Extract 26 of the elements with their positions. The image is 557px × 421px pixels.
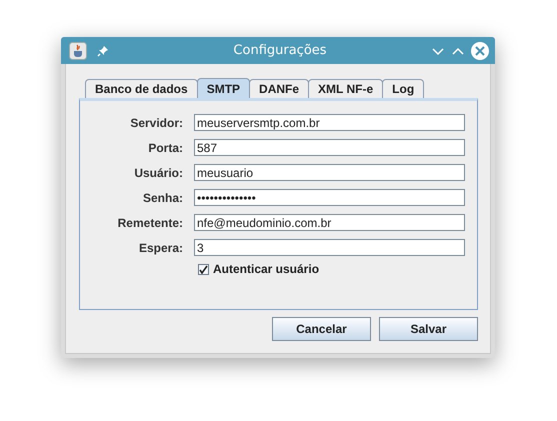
tab[interactable]: Log bbox=[382, 79, 424, 98]
input-field[interactable]: nfe@meudominio.com.br bbox=[194, 214, 465, 231]
input-field[interactable]: meusuario bbox=[194, 164, 465, 181]
maximize-icon[interactable] bbox=[451, 46, 465, 56]
tab[interactable]: Banco de dados bbox=[85, 79, 198, 98]
field-label: Senha: bbox=[142, 190, 183, 204]
coffee-cup-icon bbox=[69, 42, 87, 60]
input-field[interactable]: •••••••••••••• bbox=[194, 189, 465, 206]
input-field[interactable]: 3 bbox=[194, 239, 465, 256]
pin-icon[interactable] bbox=[97, 44, 109, 56]
field-label: Porta: bbox=[147, 140, 183, 154]
close-icon[interactable] bbox=[471, 42, 489, 60]
tab[interactable]: SMTP bbox=[196, 78, 250, 98]
window-title: Configurações bbox=[232, 43, 328, 58]
input-field[interactable]: 587 bbox=[194, 139, 465, 156]
field-label: Usuário: bbox=[133, 166, 183, 180]
input-field[interactable]: meuserversmtp.com.br bbox=[194, 114, 465, 131]
checkbox-icon[interactable] bbox=[198, 264, 209, 274]
field-label: Servidor: bbox=[129, 116, 183, 130]
dialog-button[interactable]: Salvar bbox=[379, 317, 478, 341]
field-label: Remetente: bbox=[116, 216, 183, 230]
checkbox[interactable]: Autenticar usuário bbox=[198, 262, 465, 276]
dialog-button[interactable]: Cancelar bbox=[272, 317, 371, 341]
checkbox-label: Autenticar usuário bbox=[213, 262, 320, 276]
field-label: Espera: bbox=[138, 240, 183, 254]
minimize-icon[interactable] bbox=[431, 46, 445, 56]
